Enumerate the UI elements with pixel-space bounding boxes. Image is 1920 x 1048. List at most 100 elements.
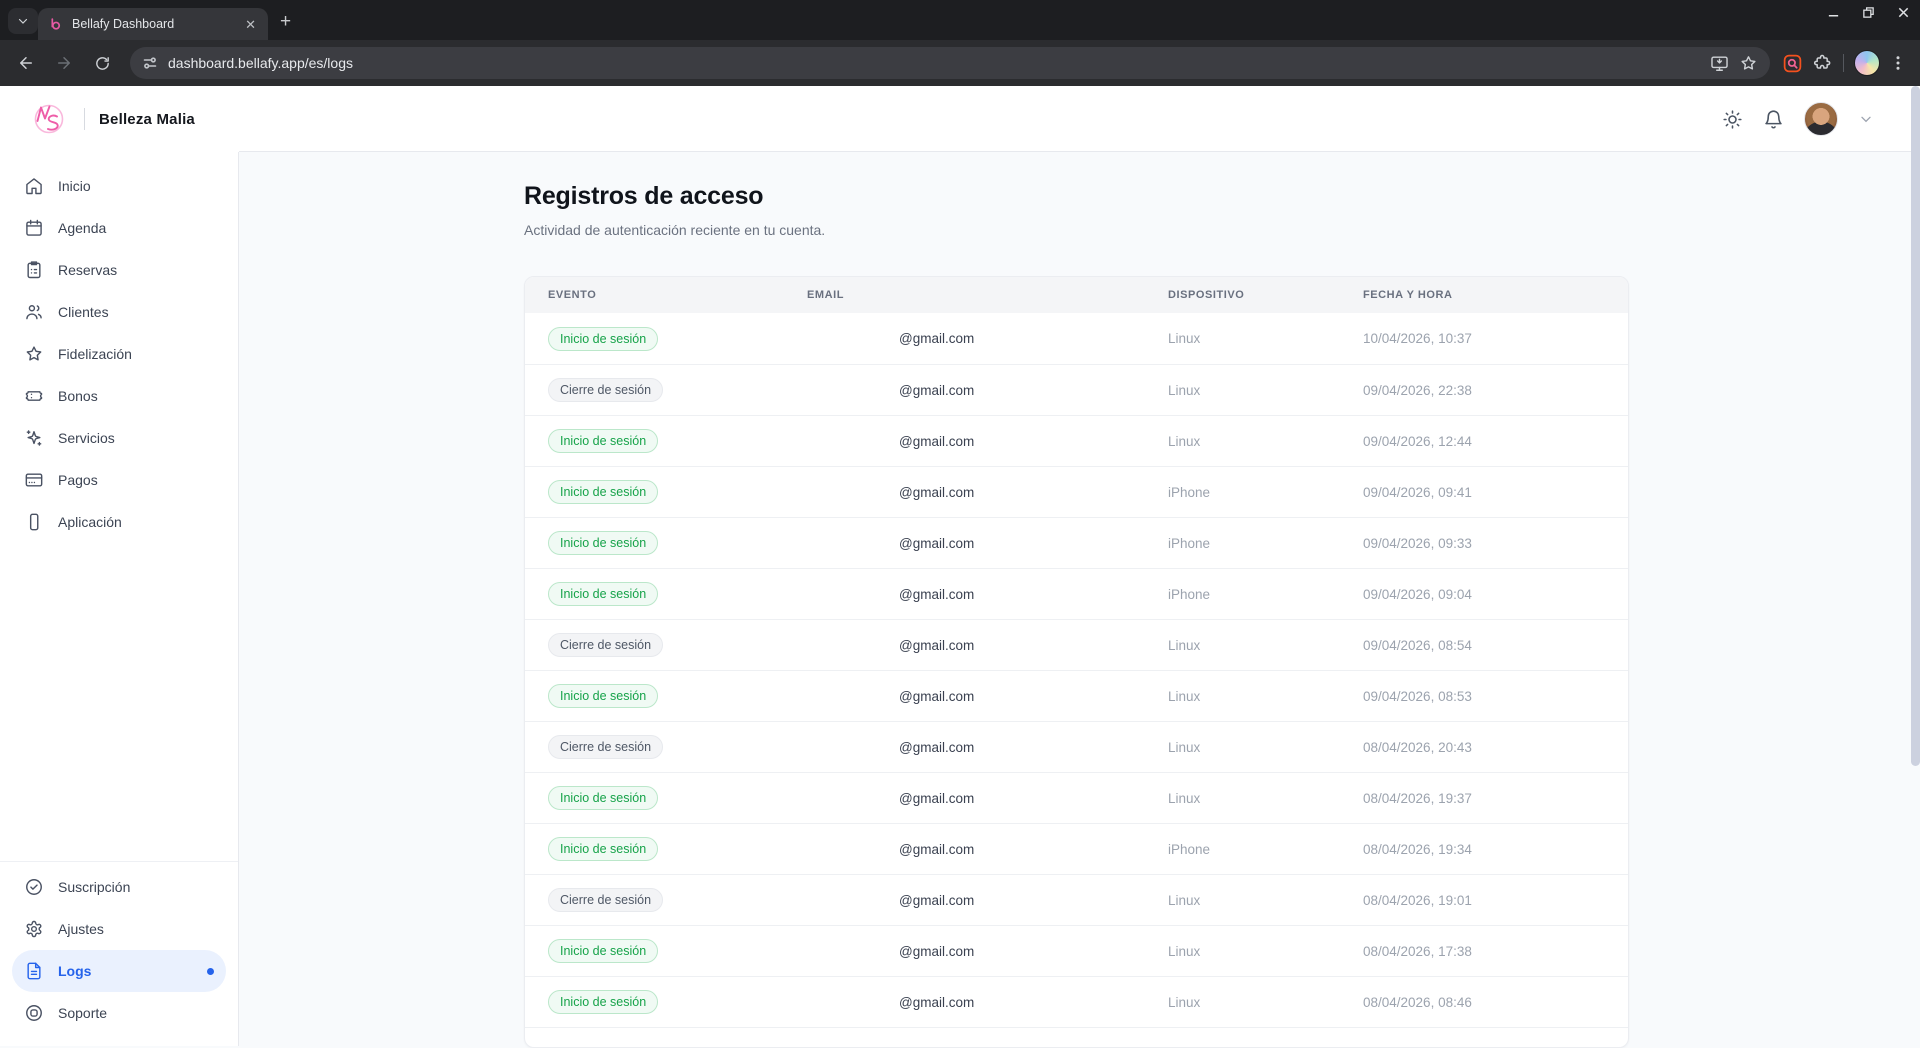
tab-strip: Bellafy Dashboard ✕ +	[0, 0, 1920, 40]
new-tab-button[interactable]: +	[280, 11, 291, 33]
table-row: Inicio de sesión@gmail.comiPhone09/04/20…	[525, 517, 1628, 568]
home-icon	[24, 176, 44, 196]
page-scrollbar[interactable]	[1910, 86, 1920, 1046]
table-row: Inicio de sesión@gmail.comiPhone09/04/20…	[525, 568, 1628, 619]
site-settings-icon[interactable]	[142, 55, 158, 71]
sidebar-item-pagos[interactable]: Pagos	[12, 459, 226, 501]
email-cell: @gmail.com	[807, 842, 1168, 857]
sidebar-item-label: Clientes	[58, 304, 109, 320]
table-row: Inicio de sesión @gmail.comLinux08/04/202…	[525, 976, 1628, 1027]
main-content: Registros de acceso Actividad de autenti…	[239, 152, 1920, 1046]
close-icon[interactable]	[1897, 6, 1910, 19]
sidebar-item-agenda[interactable]: Agenda	[12, 207, 226, 249]
sidebar-item-label: Soporte	[58, 1005, 107, 1021]
smartphone-icon	[24, 512, 44, 532]
tab-search-button[interactable]	[8, 8, 38, 34]
datetime-cell: 10/04/2026, 10:37	[1363, 331, 1628, 346]
tab-title: Bellafy Dashboard	[72, 17, 234, 31]
datetime-cell: 08/04/2026, 19:34	[1363, 842, 1628, 857]
sidebar-item-label: Agenda	[58, 220, 106, 236]
table-row: Inicio de sesión@gmail.comiPhone08/04/20…	[525, 823, 1628, 874]
toolbar-divider	[1843, 54, 1844, 72]
sidebar-item-soporte[interactable]: Soporte	[12, 992, 226, 1034]
table-row: Inicio de sesión@gmail.comLinux09/04/202…	[525, 415, 1628, 466]
email-cell: @gmail.com	[807, 893, 1168, 908]
datetime-cell: 08/04/2026, 17:38	[1363, 944, 1628, 959]
ticket-icon	[24, 386, 44, 406]
browser-profile-avatar[interactable]	[1854, 50, 1880, 76]
event-badge: Inicio de sesión	[548, 480, 658, 504]
event-badge: Cierre de sesión	[548, 888, 663, 912]
forward-button[interactable]	[48, 47, 80, 79]
sidebar-item-reservas[interactable]: Reservas	[12, 249, 226, 291]
scrollbar-thumb[interactable]	[1911, 86, 1920, 766]
reload-button[interactable]	[86, 47, 118, 79]
minimize-icon[interactable]	[1827, 6, 1840, 19]
sidebar-item-ajustes[interactable]: Ajustes	[12, 908, 226, 950]
column-header-email: EMAIL	[807, 289, 1168, 301]
event-badge: Cierre de sesión	[548, 633, 663, 657]
email-cell: @gmail.com	[807, 944, 1168, 959]
email-cell: @gmail.com	[807, 689, 1168, 704]
email-cell: @gmail.com	[807, 587, 1168, 602]
datetime-cell: 09/04/2026, 08:54	[1363, 638, 1628, 653]
email-cell: @gmail.com	[807, 791, 1168, 806]
notifications-button[interactable]	[1763, 109, 1784, 130]
datetime-cell: 08/04/2026, 19:01	[1363, 893, 1628, 908]
device-cell: Linux	[1168, 331, 1363, 346]
event-badge: Inicio de sesión	[548, 786, 658, 810]
email-cell: @gmail.com	[807, 995, 1168, 1010]
event-badge: Cierre de sesión	[548, 378, 663, 402]
sidebar-item-inicio[interactable]: Inicio	[12, 165, 226, 207]
url-bar[interactable]: dashboard.bellafy.app/es/logs	[130, 47, 1770, 79]
url-text[interactable]: dashboard.bellafy.app/es/logs	[168, 55, 1700, 71]
datetime-cell: 08/04/2026, 08:46	[1363, 995, 1628, 1010]
table-body: Inicio de sesión@gmail.comLinux10/04/202…	[525, 313, 1628, 1027]
sidebar-item-suscripcion[interactable]: Suscripción	[12, 866, 226, 908]
sidebar-item-logs[interactable]: Logs	[12, 950, 226, 992]
toolbar-right	[1782, 50, 1910, 76]
sidebar-item-aplicacion[interactable]: Aplicación	[12, 501, 226, 543]
browser-tab[interactable]: Bellafy Dashboard ✕	[38, 8, 268, 40]
datetime-cell: 08/04/2026, 19:37	[1363, 791, 1628, 806]
users-icon	[24, 302, 44, 322]
device-cell: Linux	[1168, 995, 1363, 1010]
event-badge: Inicio de sesión	[548, 990, 658, 1014]
event-cell: Inicio de sesión	[525, 480, 807, 504]
lifebuoy-icon	[24, 1003, 44, 1023]
sidebar-item-clientes[interactable]: Clientes	[12, 291, 226, 333]
datetime-cell: 09/04/2026, 22:38	[1363, 383, 1628, 398]
lens-extension-icon[interactable]	[1782, 53, 1803, 74]
browser-chrome: Bellafy Dashboard ✕ + dashboard.bellafy.…	[0, 0, 1920, 86]
menu-kebab-icon[interactable]	[1890, 55, 1906, 71]
theme-toggle-button[interactable]	[1722, 109, 1743, 130]
install-app-icon[interactable]	[1710, 54, 1729, 73]
sidebar-item-label: Pagos	[58, 472, 98, 488]
sidebar-item-label: Ajustes	[58, 921, 104, 937]
event-badge: Inicio de sesión	[548, 327, 658, 351]
device-cell: Linux	[1168, 689, 1363, 704]
tab-close-icon[interactable]: ✕	[243, 16, 258, 33]
forward-arrow-icon	[55, 54, 73, 72]
brand-separator	[84, 108, 85, 130]
restore-icon[interactable]	[1862, 6, 1875, 19]
sidebar-item-servicios[interactable]: Servicios	[12, 417, 226, 459]
event-badge: Cierre de sesión	[548, 735, 663, 759]
extensions-puzzle-icon[interactable]	[1813, 53, 1833, 73]
user-avatar[interactable]	[1804, 102, 1838, 136]
back-arrow-icon	[17, 54, 35, 72]
profile-menu-button[interactable]	[1858, 111, 1874, 127]
bookmark-star-icon[interactable]	[1739, 54, 1758, 73]
file-text-icon	[24, 961, 44, 981]
sidebar-item-fidelizacion[interactable]: Fidelización	[12, 333, 226, 375]
sidebar-item-label: Logs	[58, 963, 91, 979]
back-button[interactable]	[10, 47, 42, 79]
email-cell: @gmail.com	[807, 485, 1168, 500]
sidebar-item-bonos[interactable]: Bonos	[12, 375, 226, 417]
event-badge: Inicio de sesión	[548, 684, 658, 708]
event-cell: Inicio de sesión	[525, 939, 807, 963]
ms-monogram-logo[interactable]	[30, 100, 68, 138]
device-cell: Linux	[1168, 740, 1363, 755]
table-row: Cierre de sesión@gmail.comLinux09/04/202…	[525, 619, 1628, 670]
datetime-cell: 09/04/2026, 09:33	[1363, 536, 1628, 551]
